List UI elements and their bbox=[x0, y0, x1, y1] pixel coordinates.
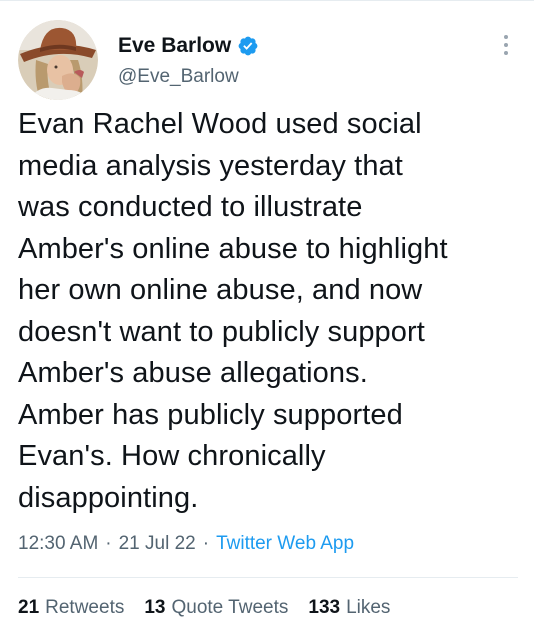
author-handle[interactable]: @Eve_Barlow bbox=[118, 66, 239, 88]
author-name[interactable]: Eve Barlow bbox=[118, 34, 231, 58]
meta-separator: · bbox=[105, 533, 112, 554]
avatar[interactable] bbox=[18, 20, 98, 100]
tweet-time[interactable]: 12:30 AM bbox=[18, 532, 98, 556]
tweet-text: Evan Rachel Wood used social media analy… bbox=[18, 108, 448, 514]
tweet-source-link[interactable]: Twitter Web App bbox=[216, 532, 354, 556]
top-border bbox=[0, 0, 534, 1]
retweets-count: 21 bbox=[18, 597, 40, 618]
likes-count: 133 bbox=[308, 597, 341, 618]
likes-stat[interactable]: 133 Likes bbox=[308, 596, 390, 620]
retweets-label: Retweets bbox=[45, 597, 125, 618]
meta-separator: · bbox=[202, 533, 210, 554]
verified-badge-icon bbox=[237, 35, 259, 57]
quote-tweets-label: Quote Tweets bbox=[171, 597, 289, 618]
quote-tweets-count: 13 bbox=[144, 597, 166, 618]
tweet-card: Eve Barlow @Eve_Barlow Evan Rachel Wood … bbox=[0, 0, 534, 640]
retweets-stat[interactable]: 21 Retweets bbox=[18, 596, 124, 620]
more-options-icon[interactable] bbox=[496, 32, 516, 58]
tweet-stats: 21 Retweets 13 Quote Tweets 133 Likes bbox=[18, 596, 410, 620]
tweet-meta: 12:30 AM · 21 Jul 22 · Twitter Web App bbox=[18, 532, 354, 556]
tweet-date[interactable]: 21 Jul 22 bbox=[119, 532, 196, 556]
author-name-row: Eve Barlow bbox=[118, 34, 259, 58]
divider bbox=[18, 577, 518, 578]
likes-label: Likes bbox=[346, 597, 391, 618]
quote-tweets-stat[interactable]: 13 Quote Tweets bbox=[144, 596, 288, 620]
